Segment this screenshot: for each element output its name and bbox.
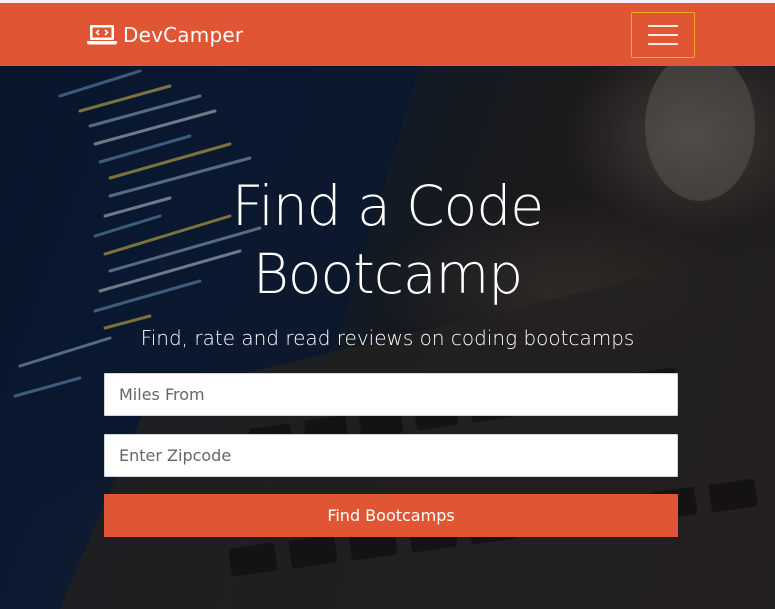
navbar: DevCamper [0, 0, 775, 66]
page-subtitle: Find, rate and read reviews on coding bo… [140, 326, 635, 350]
hamburger-menu-icon [648, 25, 678, 45]
find-bootcamps-button[interactable]: Find Bootcamps [104, 494, 678, 537]
hero-section: Find a Code Bootcamp Find, rate and read… [0, 66, 775, 609]
page-title: Find a Code Bootcamp [0, 172, 775, 308]
brand-name: DevCamper [123, 23, 244, 47]
zipcode-input[interactable] [104, 434, 678, 477]
search-panel: Find a Code Bootcamp Find, rate and read… [0, 66, 775, 609]
miles-from-input[interactable] [104, 373, 678, 416]
laptop-code-icon [87, 25, 117, 45]
brand-link[interactable]: DevCamper [87, 19, 243, 51]
title-line-2: Bootcamp [252, 242, 523, 306]
navbar-toggle-button[interactable] [631, 12, 695, 58]
title-line-1: Find a Code [231, 174, 544, 238]
